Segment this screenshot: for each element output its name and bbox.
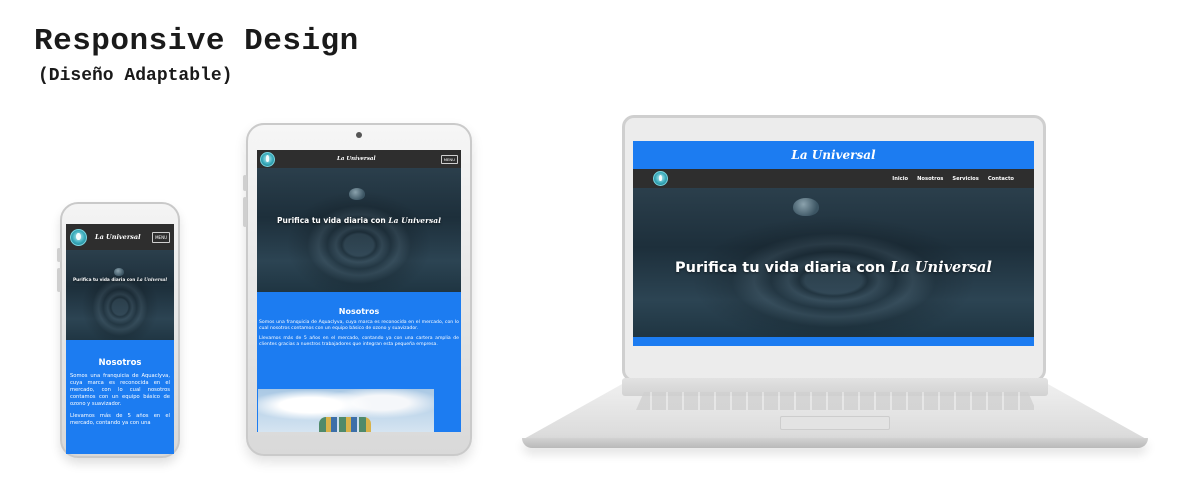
hero-prefix: Purifica tu vida diaria con: [73, 278, 136, 283]
laptop-lid: La Universal Inicio Nosotros Servicios C…: [622, 115, 1046, 382]
tablet-hero-text: Purifica tu vida diaria con La Universal: [257, 216, 461, 225]
phone-side-button: [57, 248, 61, 262]
tablet-section-image: [258, 389, 434, 432]
hero-prefix: Purifica tu vida diaria con: [277, 216, 386, 225]
section-paragraph-1: Somos una franquicia de Aquaclyva, cuya …: [70, 373, 170, 407]
section-paragraph-2: Llevamos más de 5 años en el mercado, co…: [70, 413, 170, 426]
phone-hero-text: Purifica tu vida diaria con La Universal: [66, 278, 174, 283]
nav-link-nosotros[interactable]: Nosotros: [917, 176, 943, 182]
tablet-brand[interactable]: La Universal: [337, 156, 376, 162]
section-title: Nosotros: [98, 358, 142, 368]
logo-drop-icon[interactable]: [260, 151, 275, 167]
laptop-navbar: Inicio Nosotros Servicios Contacto: [633, 169, 1034, 188]
water-drop: [114, 268, 124, 276]
laptop-base: [522, 378, 1148, 454]
phone-menu-button[interactable]: MENU: [152, 231, 170, 243]
laptop-brand[interactable]: La Universal: [791, 148, 875, 162]
nav-link-servicios[interactable]: Servicios: [952, 176, 978, 182]
laptop-header: La Universal: [633, 141, 1034, 169]
tablet-device: La Universal MENU Purifica tu vida diari…: [243, 123, 472, 456]
nav-link-inicio[interactable]: Inicio: [892, 176, 908, 182]
nav-link-contacto[interactable]: Contacto: [988, 176, 1014, 182]
phone-about-section: Nosotros Somos una franquicia de Aquacly…: [66, 340, 174, 454]
laptop-hero-text: Purifica tu vida diaria con La Universal: [633, 259, 1034, 276]
section-paragraph-2: Llevamos más de 5 años en el mercado, co…: [259, 336, 459, 347]
tablet-screen: La Universal MENU Purifica tu vida diari…: [257, 150, 461, 432]
hero-brand: La Universal: [136, 278, 167, 283]
laptop-base-edge: [522, 438, 1148, 448]
phone-hero: [66, 250, 174, 342]
section-paragraph-1: Somos una franquicia de Aquaclyva, cuya …: [259, 320, 459, 331]
phone-device: La Universal MENU Purifica tu vida diari…: [57, 202, 180, 458]
logo-drop-icon[interactable]: [653, 171, 668, 186]
phone-screen: La Universal MENU Purifica tu vida diari…: [66, 224, 174, 454]
tablet-camera: [356, 132, 362, 138]
laptop-footer-strip: [633, 337, 1034, 346]
phone-brand[interactable]: La Universal: [95, 233, 141, 241]
water-drop: [349, 188, 365, 200]
page-title: Responsive Design: [34, 24, 359, 59]
tablet-navbar: La Universal MENU: [257, 150, 461, 168]
tablet-about-section: Nosotros Somos una franquicia de Aquacly…: [257, 292, 461, 432]
phone-navbar: La Universal MENU: [66, 224, 174, 250]
section-title: Nosotros: [338, 307, 380, 316]
laptop-nav-links: Inicio Nosotros Servicios Contacto: [892, 176, 1014, 182]
page-subtitle: (Diseño Adaptable): [38, 66, 233, 86]
hero-brand: La Universal: [890, 259, 992, 276]
hero-prefix: Purifica tu vida diaria con: [675, 260, 886, 276]
tablet-side-button: [243, 175, 247, 191]
laptop-screen: La Universal Inicio Nosotros Servicios C…: [633, 141, 1034, 346]
laptop-trackpad: [780, 416, 890, 430]
hands-image: [319, 417, 371, 432]
hero-brand: La Universal: [388, 216, 441, 225]
tablet-volume-button: [243, 197, 247, 227]
water-drop: [793, 198, 819, 216]
laptop-keyboard: [636, 392, 1036, 410]
tablet-hero: [257, 168, 461, 292]
logo-drop-icon[interactable]: [70, 228, 87, 246]
tablet-menu-button[interactable]: MENU: [440, 154, 458, 164]
phone-volume-button: [57, 268, 61, 292]
